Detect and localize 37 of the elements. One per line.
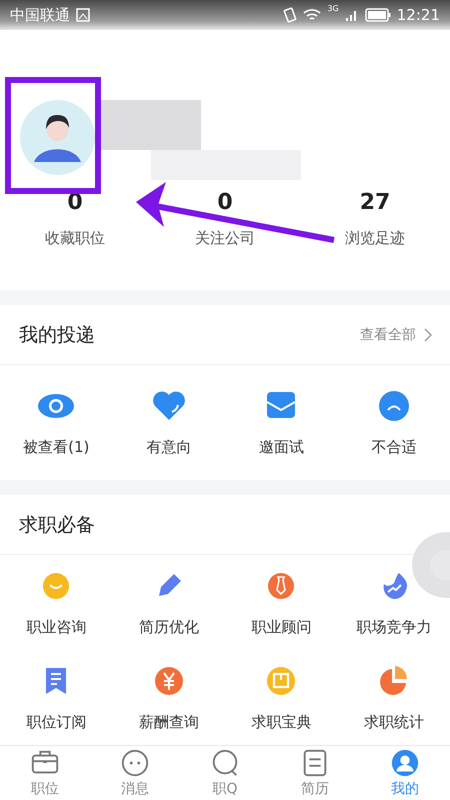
q-circle-icon: [210, 748, 240, 778]
shortcut-item[interactable]: 不合适: [371, 388, 416, 457]
wifi-icon: [303, 8, 322, 22]
profile-icon: [390, 748, 420, 778]
carrier-name: 中国联通: [10, 6, 70, 24]
stat-label[interactable]: 关注公司: [195, 229, 255, 248]
shortcut-item[interactable]: 简历优化: [138, 568, 199, 637]
stat-value: 27: [360, 190, 390, 215]
battery-icon: [364, 8, 391, 22]
shortcut-item[interactable]: 求职宝典: [251, 663, 312, 732]
shortcut-item[interactable]: 薪酬查询: [138, 663, 199, 732]
tab[interactable]: 简历: [270, 746, 360, 800]
shortcut-item[interactable]: 职业咨询: [26, 568, 86, 637]
chat-bubble-icon: [120, 748, 150, 778]
network-type: 3G: [327, 4, 339, 13]
shortcut-item[interactable]: 被查看(1): [23, 388, 90, 457]
signal-icon: [344, 8, 359, 22]
avatar-silhouette[interactable]: [20, 100, 95, 175]
shortcut-item[interactable]: 职位订阅: [26, 663, 86, 732]
shortcut-item[interactable]: 求职统计: [364, 663, 424, 732]
shortcut-item[interactable]: 邀面试: [258, 388, 304, 457]
shortcut-item[interactable]: 有意向: [146, 388, 192, 457]
section-title: 我的投递: [19, 322, 96, 348]
image-icon: [76, 8, 90, 22]
shortcut-item[interactable]: 职场竞争力: [356, 568, 432, 637]
section-title: 求职必备: [19, 512, 96, 538]
stat-value: 0: [217, 190, 233, 215]
chevron-right-icon: [424, 328, 432, 342]
stat-label[interactable]: 收藏职位: [45, 229, 105, 248]
tab[interactable]: 职Q: [180, 746, 270, 800]
view-all-link[interactable]: 查看全部: [360, 326, 432, 344]
stat-label[interactable]: 浏览足迹: [345, 229, 405, 248]
clock-time: 12:21: [396, 6, 440, 24]
tab[interactable]: 职位: [0, 746, 90, 800]
shortcut-item[interactable]: 职业顾问: [251, 568, 312, 637]
tab[interactable]: 消息: [90, 746, 180, 800]
vibrate-icon: [283, 7, 298, 23]
